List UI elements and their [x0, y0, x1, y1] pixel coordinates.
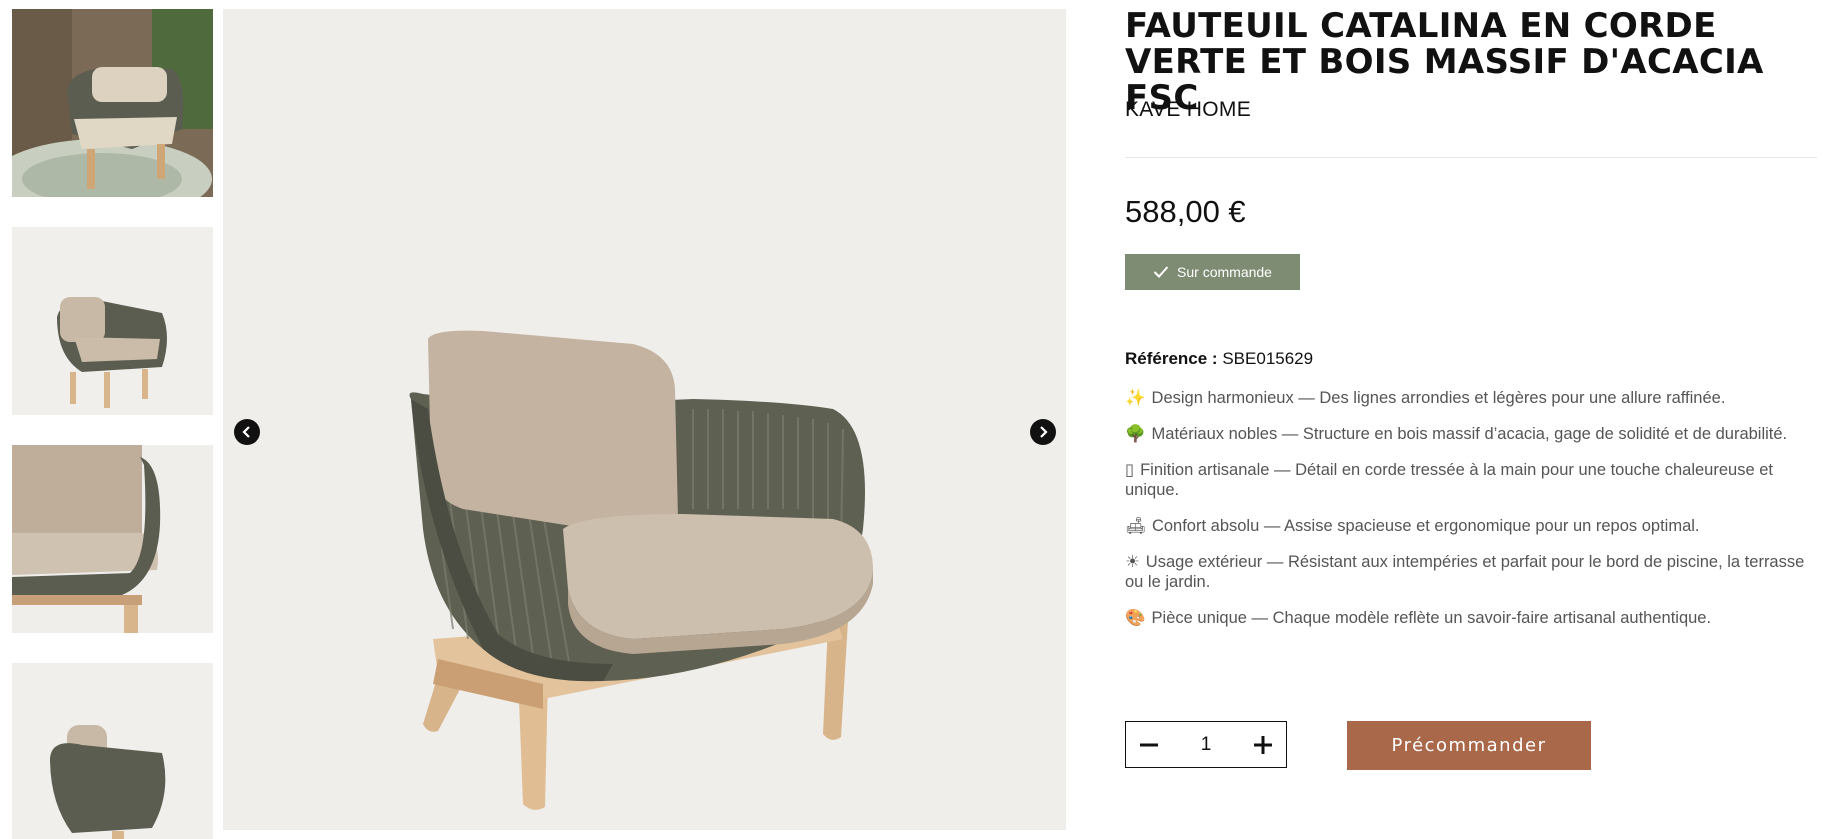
divider	[1125, 157, 1817, 158]
sparkles-icon: ✨	[1125, 388, 1146, 407]
preorder-button[interactable]: Précommander	[1347, 721, 1591, 770]
feature-item: 🛋 Confort absolu — Assise spacieuse et er…	[1125, 516, 1820, 536]
feature-item: 🌳 Matériaux nobles — Structure en bois ma…	[1125, 424, 1820, 444]
main-product-image	[223, 9, 1066, 830]
plus-icon	[1253, 735, 1272, 754]
decrease-quantity-button[interactable]	[1138, 734, 1160, 756]
thumbnail-2[interactable]	[12, 227, 213, 415]
chair-detail-thumbnail	[12, 445, 213, 633]
product-reference: Référence : SBE015629	[1125, 349, 1313, 369]
feature-item: ✨ Design harmonieux — Des lignes arrondie…	[1125, 388, 1820, 408]
reference-label: Référence :	[1125, 349, 1218, 368]
tree-icon: 🌳	[1125, 424, 1146, 443]
sun-icon: ☀	[1125, 552, 1140, 571]
feature-item: 🎨 Pièce unique — Chaque modèle reflète un…	[1125, 608, 1820, 628]
feature-text: Usage extérieur — Résistant aux intempér…	[1125, 553, 1805, 591]
quantity-stepper: 1	[1125, 721, 1287, 768]
reference-value: SBE015629	[1222, 349, 1314, 368]
chair-side-thumbnail	[50, 725, 166, 839]
brand-link[interactable]: KAVE HOME	[1125, 98, 1251, 122]
feature-list: ✨ Design harmonieux — Des lignes arrondie…	[1125, 388, 1820, 644]
feature-text: Matériaux nobles — Structure en bois mas…	[1151, 425, 1788, 443]
feature-text: Finition artisanale — Détail en corde tr…	[1125, 461, 1773, 499]
thumbnail-4[interactable]	[12, 663, 213, 839]
product-title-line-1: FAUTEUIL CATALINA EN CORDE	[1125, 6, 1717, 46]
stock-status-badge: Sur commande	[1125, 254, 1300, 290]
quantity-input[interactable]: 1	[1201, 734, 1212, 756]
product-price: 588,00 €	[1125, 194, 1246, 229]
stock-status-label: Sur commande	[1177, 264, 1272, 280]
palette-icon: 🎨	[1125, 608, 1146, 627]
chair-image	[409, 330, 873, 810]
thumbnail-3[interactable]	[12, 445, 213, 633]
chair-lifestyle-thumbnail	[12, 9, 213, 197]
check-icon	[1153, 266, 1169, 278]
previous-image-button[interactable]	[234, 419, 260, 445]
feature-text: Design harmonieux — Des lignes arrondies…	[1151, 389, 1726, 407]
couch-icon: 🛋	[1125, 516, 1146, 535]
feature-item: ▯ Finition artisanale — Détail en corde t…	[1125, 460, 1820, 500]
minus-icon	[1140, 743, 1158, 746]
increase-quantity-button[interactable]	[1252, 734, 1274, 756]
thumbnail-1[interactable]	[12, 9, 213, 197]
chevron-left-icon	[242, 426, 250, 438]
chevron-right-icon	[1040, 426, 1048, 438]
feature-item: ☀ Usage extérieur — Résistant aux intempé…	[1125, 552, 1820, 592]
missing-glyph-icon: ▯	[1125, 460, 1135, 479]
feature-text: Pièce unique — Chaque modèle reflète un …	[1151, 609, 1712, 627]
feature-text: Confort absolu — Assise spacieuse et erg…	[1151, 517, 1700, 535]
next-image-button[interactable]	[1030, 419, 1056, 445]
chair-front-thumbnail	[57, 297, 167, 408]
